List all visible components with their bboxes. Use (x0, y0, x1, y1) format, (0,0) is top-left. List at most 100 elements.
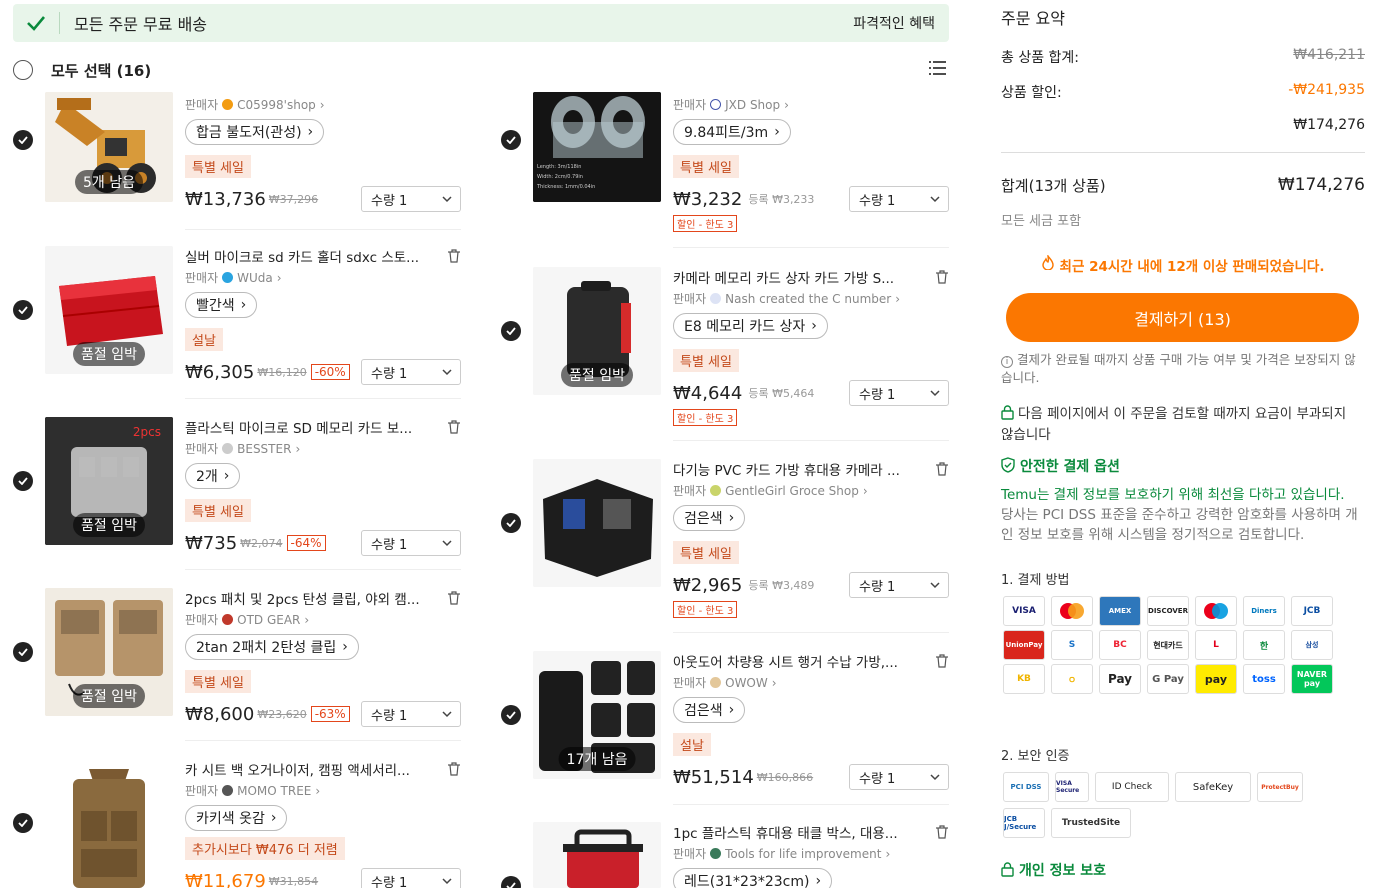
maestro-icon (1195, 596, 1237, 626)
variant-selector[interactable]: 레드(31*23*23cm) › (673, 868, 833, 888)
product-image[interactable] (533, 459, 661, 587)
quantity-select[interactable]: 수량 1 (849, 764, 949, 790)
cart-item: 1pc 플라스틱 휴대용 태클 박스, 대용... 판매자 Tools for l… (673, 822, 949, 888)
price-row: ₩13,736 ₩37,296 수량 1 (185, 186, 461, 212)
seller-name[interactable]: OTD GEAR (237, 613, 300, 627)
item-checkbox[interactable] (501, 876, 521, 888)
product-title[interactable]: 플라스틱 마이크로 SD 메모리 카드 보... (185, 417, 437, 437)
quantity-select[interactable]: 수량 1 (361, 701, 461, 727)
quantity-select[interactable]: 수량 1 (849, 572, 949, 598)
quantity-label: 수량 1 (371, 708, 408, 724)
seller-name[interactable]: JXD Shop (725, 98, 780, 112)
trustedsite-icon: TrustedSite (1051, 808, 1131, 838)
item-checkbox[interactable] (501, 513, 521, 533)
item-checkbox[interactable] (501, 130, 521, 150)
product-title[interactable]: 1pc 플라스틱 휴대용 태클 박스, 대용... (673, 822, 925, 842)
stock-badge: 품절 임박 (73, 513, 145, 537)
quantity-select[interactable]: 수량 1 (361, 186, 461, 212)
pci-dss-icon: PCI DSS (1003, 772, 1049, 802)
variant-label: 카키색 옷감 (196, 811, 265, 827)
item-checkbox[interactable] (13, 471, 33, 491)
divider (1001, 152, 1365, 153)
item-checkbox[interactable] (13, 300, 33, 320)
product-title[interactable]: 카 시트 백 오거나이저, 캠핑 액세서리... (185, 759, 437, 779)
chevron-right-icon: › (304, 612, 310, 627)
seller-name[interactable]: BESSTER (237, 442, 291, 456)
seller-name[interactable]: MOMO TREE (237, 784, 311, 798)
product-image[interactable] (533, 822, 661, 888)
variant-selector[interactable]: 검은색 › (673, 505, 746, 531)
variant-selector[interactable]: 2개 › (185, 463, 241, 489)
product-image[interactable]: 17개 남음 (533, 651, 661, 779)
variant-selector[interactable]: 9.84피트/3m › (673, 119, 791, 145)
pay-methods-label: 1. 결제 방법 (1001, 573, 1070, 588)
seller-icon (710, 848, 722, 859)
item-checkbox[interactable] (501, 705, 521, 725)
trash-icon[interactable] (935, 653, 949, 672)
product-title[interactable]: 다기능 PVC 카드 가방 휴대용 카메라 ... (673, 459, 925, 479)
quantity-select[interactable]: 수량 1 (361, 359, 461, 385)
promo-tag: 특별 세일 (185, 499, 251, 522)
product-image[interactable] (45, 759, 173, 888)
cart-item: 플라스틱 마이크로 SD 메모리 카드 보... 판매자 BESSTER › 2개 ›… (185, 417, 461, 556)
quantity-select[interactable]: 수량 1 (849, 380, 949, 406)
chevron-right-icon: › (315, 783, 321, 798)
product-image[interactable]: Length: 3m/118in Width: 2cm/0.79in Thick… (533, 92, 661, 202)
trash-icon[interactable] (447, 419, 461, 438)
svg-text:Width: 2cm/0.79in: Width: 2cm/0.79in (537, 174, 583, 180)
product-title[interactable]: 카메라 메모리 카드 상자 카드 가방 S... (673, 267, 925, 287)
stock-badge: 5개 남음 (75, 170, 143, 194)
quantity-label: 수량 1 (859, 193, 896, 209)
variant-selector[interactable]: 2tan 2패치 2탄성 클립 › (185, 634, 359, 660)
item-checkbox[interactable] (13, 130, 33, 150)
item-checkbox[interactable] (13, 813, 33, 833)
seller-name[interactable]: C05998'shop (237, 98, 316, 112)
chevron-right-icon: › (223, 468, 230, 484)
product-title[interactable]: 2pcs 패치 및 2pcs 탄성 클립, 야외 캠... (185, 588, 437, 608)
jcb-secure-icon: JCB J/Secure (1003, 808, 1045, 838)
trash-icon[interactable] (447, 761, 461, 780)
chevron-right-icon: › (784, 97, 789, 112)
cart-item: 아웃도어 차량용 시트 행거 수납 가방,... 판매자 OWOW › 검은색 › 설… (673, 651, 949, 790)
variant-selector[interactable]: 검은색 › (673, 697, 746, 723)
seller-name[interactable]: OWOW (725, 676, 768, 690)
seller-name[interactable]: GentleGirl Groce Shop (725, 484, 859, 498)
quantity-select[interactable]: 수량 1 (361, 530, 461, 556)
variant-selector[interactable]: 합금 불도저(관성) › (185, 119, 325, 145)
seller-name[interactable]: WUda (237, 271, 273, 285)
seller-icon (222, 443, 234, 454)
product-image[interactable]: 5개 남음 (45, 92, 173, 202)
payment-methods: VISA AMEX DISCOVER Diners JCB UnionPay S… (1003, 596, 1333, 694)
product-title[interactable]: 아웃도어 차량용 시트 행거 수납 가방,... (673, 651, 925, 671)
variant-selector[interactable]: E8 메모리 카드 상자 › (673, 313, 828, 339)
product-title[interactable]: 실버 마이크로 sd 카드 홀더 sdxc 스토... (185, 246, 437, 266)
chevron-right-icon: › (895, 291, 900, 306)
variant-selector[interactable]: 카키색 옷감 › (185, 805, 288, 831)
seller-name[interactable]: Tools for life improvement (725, 847, 881, 861)
subtotal-value: ₩174,276 (1293, 117, 1365, 133)
product-image[interactable]: 품절 임박 (45, 246, 173, 374)
product-image[interactable]: 품절 임박 (533, 267, 661, 395)
quantity-select[interactable]: 수량 1 (361, 868, 461, 888)
trash-icon[interactable] (447, 590, 461, 609)
select-all-checkbox[interactable] (13, 60, 33, 80)
trash-icon[interactable] (935, 269, 949, 288)
item-checkbox[interactable] (501, 321, 521, 341)
select-all-label[interactable]: 모두 선택 (16) (51, 60, 151, 81)
seller-name[interactable]: Nash created the C number (725, 292, 891, 306)
discount-limit-badge: 할인 - 한도 3 (673, 601, 738, 618)
stock-badge: 17개 남음 (558, 747, 636, 771)
quantity-select[interactable]: 수량 1 (849, 186, 949, 212)
product-image[interactable]: 품절 임박 (45, 588, 173, 716)
privacy-link[interactable]: 개인 정보 보호 (1019, 863, 1106, 879)
seller-prefix: 판매자 (673, 484, 707, 498)
trash-icon[interactable] (935, 461, 949, 480)
variant-selector[interactable]: 빨간색 › (185, 292, 258, 318)
trash-icon[interactable] (935, 824, 949, 843)
lotte-card-icon: L (1195, 630, 1237, 660)
list-menu-icon[interactable] (929, 60, 947, 80)
checkout-button[interactable]: 결제하기 (13) (1006, 293, 1359, 342)
product-image[interactable]: 2pcs 품절 임박 (45, 417, 173, 545)
trash-icon[interactable] (447, 248, 461, 267)
item-checkbox[interactable] (13, 642, 33, 662)
